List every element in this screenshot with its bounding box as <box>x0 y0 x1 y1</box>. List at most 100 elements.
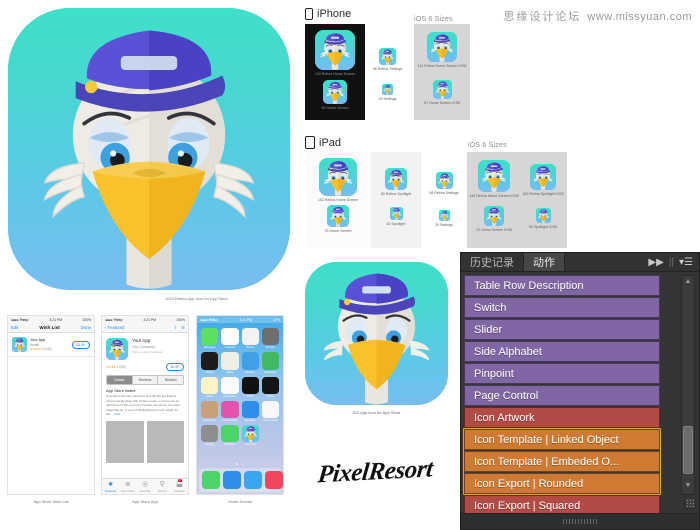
action-row[interactable]: Icon Template | Embeded O... <box>464 451 660 472</box>
home-app-reminders[interactable]: Reminders <box>221 376 239 398</box>
ipad-col2-panel <box>371 152 421 248</box>
tab-related[interactable]: Related <box>158 376 183 384</box>
back-button[interactable]: ‹ Featured <box>105 325 124 330</box>
panel-resize-grip[interactable] <box>684 497 696 509</box>
status-time: 4:21 PM <box>239 317 252 322</box>
app-price-button[interactable]: $2.99 <box>165 363 184 371</box>
tabbar-near-me[interactable]: ◎ Near Me <box>136 479 153 494</box>
hero-caption: 1024 Retina App Icon for App Store <box>165 296 228 301</box>
ipad-label-text: iPad <box>319 136 342 149</box>
iphone-label-text: iPhone <box>317 8 352 20</box>
icon-cell-57-home-screen-ios6: 57 Home Screen iOS6 <box>415 80 469 105</box>
dock-app-mail[interactable] <box>223 471 241 489</box>
tabbar-featured[interactable]: ★ Featured <box>102 479 119 494</box>
home-app-notes[interactable]: Notes <box>201 376 219 398</box>
segmented-control[interactable]: Details Reviews Related <box>106 375 184 385</box>
done-button[interactable]: Done <box>81 325 91 330</box>
row-price-button[interactable]: $2.99 <box>71 340 90 349</box>
home-app-calendar[interactable]: Calendar <box>221 328 239 349</box>
action-row[interactable]: Switch <box>464 297 660 318</box>
scroll-up-arrow[interactable]: ▲ <box>682 276 694 287</box>
icon-cell-152-retina-home-screen: 152 Retina Home Screen <box>306 158 370 202</box>
scrollbar-thumb[interactable] <box>683 426 693 474</box>
action-row[interactable]: Icon Export | Rounded <box>464 473 660 494</box>
more-link[interactable]: ... more <box>110 412 120 416</box>
page-dots: ● ○ <box>235 461 245 466</box>
home-icon-grid: Messages Calendar Photos Camera Videos Maps We… <box>197 323 283 446</box>
home-app-passbook[interactable]: Passbook <box>261 352 279 374</box>
app-tile-label: Photos <box>246 346 255 350</box>
home-app-facetime[interactable]: FaceTime <box>221 425 239 446</box>
app-info: Your App Your Company › Offers In-App Pu… <box>132 338 184 360</box>
home-app-stocks[interactable]: Stocks <box>261 376 279 398</box>
tabbar-search[interactable]: ⚲ Search <box>154 479 171 494</box>
status-carrier: ●●●●○ Pixelup ᱸ <box>105 318 124 322</box>
home-app-camera[interactable]: Camera <box>261 328 279 349</box>
action-row[interactable]: Table Row Description <box>464 275 660 296</box>
home-app-app-store[interactable]: App Store <box>241 400 259 422</box>
tab-strip-spacer <box>565 253 643 271</box>
edit-button[interactable]: Edit <box>11 325 18 330</box>
photoshop-actions-panel: 历史记录 动作 ▶▶ || ▾☰ Table Row Description Sw… <box>460 252 700 530</box>
wishlist-row[interactable]: Your App Health ★★★★★ (2,232) $2.99 <box>8 333 94 357</box>
app-tile-label: Stocks <box>266 394 275 398</box>
list-icon[interactable]: ☰ <box>181 325 185 330</box>
home-app-clock[interactable]: Clock <box>241 376 259 398</box>
home-app-game-center[interactable]: Game Center <box>261 400 279 422</box>
tab-bar[interactable]: ★ Featured ≣ Top Charts ◎ Near Me ⚲ Search ⬓… <box>102 478 188 494</box>
tabbar-top-charts[interactable]: ≣ Top Charts <box>119 479 136 494</box>
iphone-ios6-label: iOS 6 Sizes <box>414 16 453 23</box>
dock <box>199 468 283 492</box>
app-title: Your App <box>132 338 151 343</box>
vertical-scrollbar[interactable]: ▲ <box>681 275 695 495</box>
home-app-settings[interactable]: Settings <box>201 425 219 446</box>
tabbar-updates[interactable]: ⬓ Updates 2 <box>171 479 188 494</box>
action-row[interactable]: Pinpoint <box>464 363 660 384</box>
action-row[interactable]: Icon Export | Squared <box>464 495 660 513</box>
home-app-your-app[interactable]: Your App <box>241 425 259 446</box>
status-battery: 100% <box>82 317 91 322</box>
app-tile-icon <box>261 400 279 418</box>
panel-grip[interactable] <box>563 519 597 524</box>
dock-app-safari[interactable] <box>244 471 262 489</box>
app-tile-icon <box>221 376 239 394</box>
bird-icon-152 <box>319 158 357 196</box>
panel-menu-icon[interactable]: ▾☰ <box>679 257 693 268</box>
icon-cell-58-retina-settings-ipad: 58 Retina Settings <box>422 172 466 195</box>
home-app-maps[interactable]: Maps <box>221 352 239 374</box>
tab-reviews[interactable]: Reviews <box>132 376 159 384</box>
updates-badge: 2 <box>177 479 183 482</box>
collapse-icon[interactable]: ▶▶ <box>648 257 663 268</box>
home-app-photos[interactable]: Photos <box>241 328 259 350</box>
app-tile-icon <box>201 328 219 346</box>
screenshot-caption-app-store: App Store App <box>132 499 158 504</box>
dock-app-music[interactable] <box>265 471 283 489</box>
scroll-down-arrow[interactable]: ▼ <box>682 480 694 491</box>
home-app-videos[interactable]: Videos <box>201 352 219 374</box>
thumb[interactable] <box>146 420 184 463</box>
nav-title: Wish List <box>39 325 60 330</box>
watermark: 思缘设计论坛 www.missyuan.com <box>503 8 692 24</box>
action-row[interactable]: Slider <box>464 319 660 340</box>
icon-cell-29-settings-ipad: 29 Settings <box>422 210 466 227</box>
action-row[interactable]: Icon Artwork <box>464 407 660 428</box>
action-row[interactable]: Side Alphabet <box>464 341 660 362</box>
home-app-weather[interactable]: Weather <box>241 352 259 374</box>
thumb[interactable] <box>106 420 144 463</box>
home-app-newsstand[interactable]: Newsstand <box>201 400 219 422</box>
notes-body: Now this is the story all about how My l… <box>106 394 180 416</box>
share-icon[interactable]: ⇪ <box>174 325 178 330</box>
app-rating-row: ★★★★★ (219) $2.99 <box>102 363 188 373</box>
action-row[interactable]: Icon Template | Linked Object <box>464 429 660 450</box>
tab-history[interactable]: 历史记录 <box>461 253 524 271</box>
home-app-itunes-store[interactable]: iTunes Store <box>221 400 239 422</box>
icon-caption: 72 Home Screen iOS6 <box>476 228 512 232</box>
tab-details[interactable]: Details <box>107 376 133 384</box>
app-tile-icon <box>261 352 279 370</box>
tab-actions[interactable]: 动作 <box>524 253 565 271</box>
actions-list-body: Table Row Description Switch Slider Side Al… <box>461 272 699 513</box>
dock-app-phone[interactable] <box>202 471 220 489</box>
home-app-messages[interactable]: Messages <box>201 328 219 349</box>
bird-icon-100 <box>530 164 556 190</box>
action-row[interactable]: Page Control <box>464 385 660 406</box>
